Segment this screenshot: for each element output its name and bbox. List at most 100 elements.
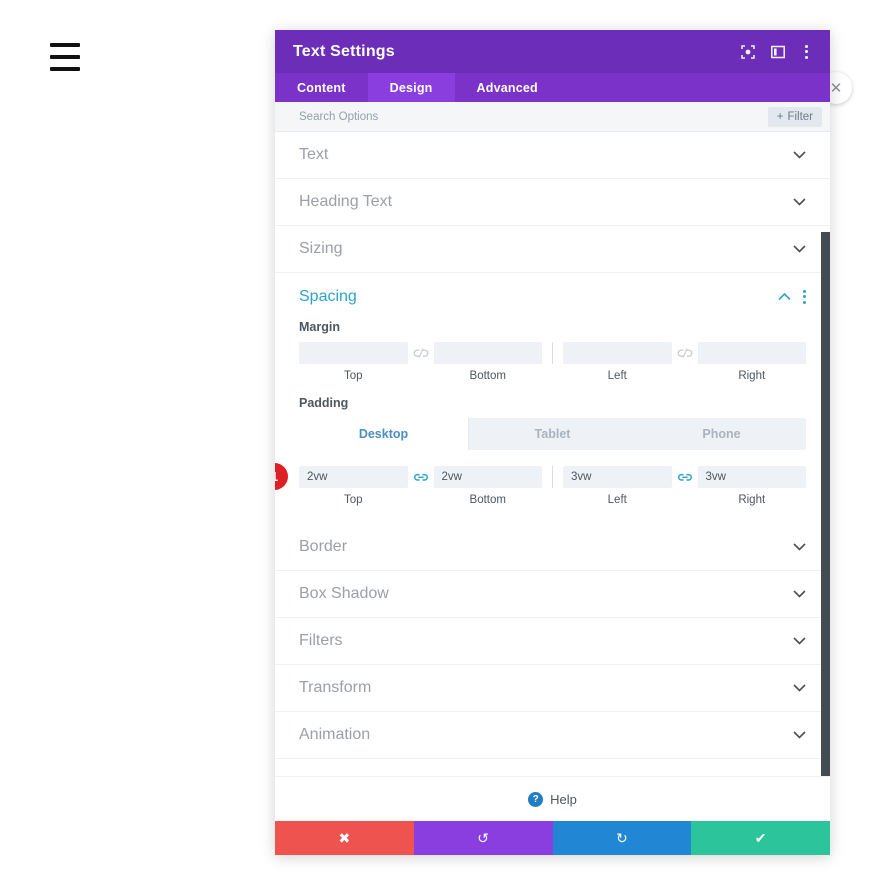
padding-left-caption: Left [607,494,627,506]
padding-label: Padding [299,396,349,410]
section-label: Sizing [299,240,343,257]
header-icon-group [741,43,812,61]
section-label: Animation [299,726,371,743]
section-transform[interactable]: Transform [275,665,830,712]
padding-top-cell: Top [299,466,408,506]
margin-top-input[interactable] [299,342,408,364]
padding-right-input[interactable] [697,466,806,488]
checkmark-icon: ✔ [754,829,767,846]
margin-left-input[interactable] [563,342,672,364]
section-border[interactable]: Border [275,524,830,571]
padding-left-input[interactable] [563,466,672,488]
help-icon: ? [528,791,544,807]
padding-bottom-cell: Bottom [433,466,542,506]
padding-right-cell: Right [697,466,806,506]
padding-fields-row: 1 Top [275,463,806,506]
margin-vertical-group: Top Bottom [299,342,542,382]
padding-horizontal-link-icon[interactable] [672,466,698,488]
padding-block: Padding Desktop Tablet Phone 1 Top [275,396,806,506]
hamburger-bar [50,55,80,59]
section-spacing: Spacing Margin Top Bottom Left Right Pad… [275,273,830,524]
redo-button[interactable]: ↻ [552,821,692,855]
help-label: Help [550,791,577,807]
filter-button[interactable]: + Filter [767,106,822,127]
chevron-down-icon [793,637,806,645]
chevron-up-icon[interactable] [778,292,791,301]
padding-bottom-caption: Bottom [469,494,506,506]
tab-content[interactable]: Content [275,73,368,102]
margin-right-cell: Right [697,342,806,382]
section-text[interactable]: Text [275,132,830,179]
section-filters[interactable]: Filters [275,618,830,665]
tab-advanced[interactable]: Advanced [455,73,560,102]
margin-vertical-unlink-icon[interactable] [408,342,434,364]
padding-top-caption: Top [343,494,363,506]
layout-panel-icon[interactable] [771,45,785,59]
chevron-down-icon [793,198,806,206]
section-sizing[interactable]: Sizing [275,226,830,273]
spacing-options-kebab-icon[interactable] [803,289,806,304]
section-heading-text[interactable]: Heading Text [275,179,830,226]
chevron-down-icon [793,151,806,159]
close-x-icon: ✖ [338,829,351,846]
spacing-content: Margin Top Bottom Left Right Padding Des… [275,320,830,524]
filter-button-label: Filter [787,110,813,123]
section-label: Spacing [299,287,357,305]
device-option-phone[interactable]: Phone [637,418,806,450]
tab-design[interactable]: Design [367,73,455,102]
padding-vertical-link-icon[interactable] [408,466,434,488]
margin-left-cell: Left [563,342,672,382]
panel-body: Text Heading Text Sizing Spacing Margin … [275,132,830,776]
help-link[interactable]: ? Help [275,776,830,821]
margin-right-caption: Right [738,370,766,382]
section-label: Text [299,146,329,163]
padding-right-caption: Right [738,494,766,506]
padding-vertical-group: Top Bottom [299,466,542,506]
undo-button[interactable]: ↺ [413,821,553,855]
focus-target-icon[interactable] [741,44,755,59]
margin-right-input[interactable] [697,342,806,364]
section-label: Heading Text [299,193,393,210]
chevron-down-icon [793,684,806,692]
device-option-desktop[interactable]: Desktop [299,418,468,450]
divider [552,466,553,488]
chevron-down-icon [793,245,806,253]
cancel-button[interactable]: ✖ [275,821,414,855]
panel-footer: ✖ ↺ ↻ ✔ [275,821,830,855]
margin-bottom-input[interactable] [433,342,542,364]
margin-top-caption: Top [343,370,363,382]
margin-top-cell: Top [299,342,408,382]
text-settings-panel: Text Settings Content Design Advanced Se… [275,30,830,855]
margin-bottom-caption: Bottom [469,370,506,382]
margin-label: Margin [299,320,340,334]
padding-left-cell: Left [563,466,672,506]
hamburger-menu-icon[interactable] [50,43,80,71]
margin-horizontal-unlink-icon[interactable] [672,342,698,364]
margin-block: Margin Top Bottom Left Right [299,320,806,382]
section-box-shadow[interactable]: Box Shadow [275,571,830,618]
device-option-tablet[interactable]: Tablet [468,418,637,450]
section-label: Box Shadow [299,585,389,602]
section-label: Transform [299,679,372,696]
margin-fields-row: Top Bottom Left Right [299,342,806,382]
search-input[interactable] [299,110,768,123]
plus-icon: + [776,110,784,123]
chevron-down-icon [793,731,806,739]
more-options-kebab-icon[interactable] [801,43,812,61]
padding-top-input[interactable] [299,466,408,488]
device-toggle: Desktop Tablet Phone [299,418,806,450]
margin-left-caption: Left [607,370,627,382]
section-animation[interactable]: Animation [275,712,830,759]
hamburger-bar [50,67,80,71]
section-spacing-header[interactable]: Spacing [275,273,830,320]
section-label: Border [299,538,348,555]
padding-bottom-input[interactable] [433,466,542,488]
search-row: + Filter [275,102,830,132]
save-button[interactable]: ✔ [691,821,830,855]
margin-bottom-cell: Bottom [433,342,542,382]
redo-arrow-icon: ↻ [616,829,628,846]
panel-scrollbar[interactable] [821,232,830,776]
chevron-down-icon [793,543,806,551]
divider [552,342,553,364]
page-title: Text Settings [293,42,395,60]
